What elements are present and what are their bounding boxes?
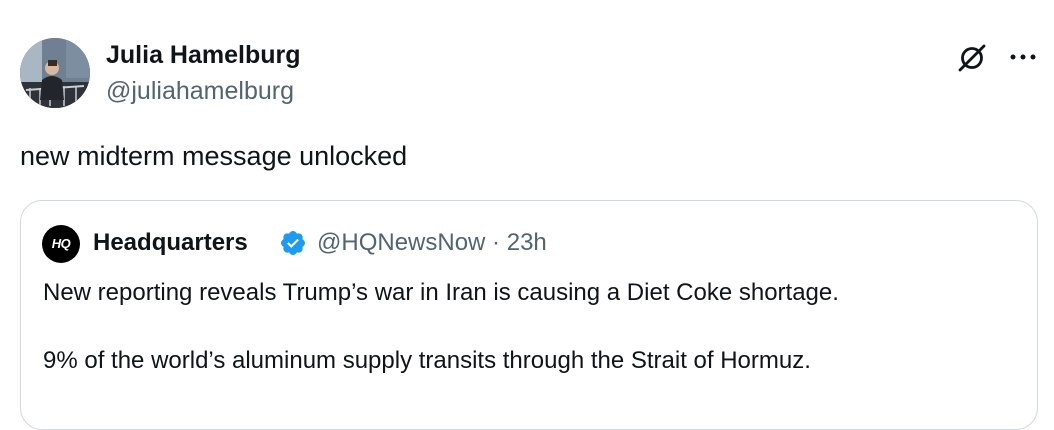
quoted-author-name[interactable]: Headquarters [93, 228, 248, 258]
quoted-author-handle-time[interactable]: @HQNewsNow · 23h [317, 228, 547, 258]
grok-icon[interactable] [954, 40, 990, 76]
avatar-photo [20, 38, 90, 108]
post-text: new midterm message unlocked [20, 141, 408, 171]
quoted-post-text-line: 9% of the world’s aluminum supply transi… [43, 347, 811, 374]
quoted-post-text-line: New reporting reveals Trump’s war in Ira… [43, 279, 839, 306]
author-name[interactable]: Julia Hamelburg [106, 40, 301, 70]
author-handle[interactable]: @juliahamelburg [106, 76, 294, 106]
author-avatar[interactable] [20, 38, 90, 108]
quoted-author-avatar[interactable]: HQ [42, 225, 80, 263]
more-horizontal-icon[interactable] [1008, 52, 1038, 62]
quoted-post-card[interactable]: HQ Headquarters @HQNewsNow · 23h New rep… [20, 200, 1038, 430]
verified-badge-icon [281, 231, 305, 255]
